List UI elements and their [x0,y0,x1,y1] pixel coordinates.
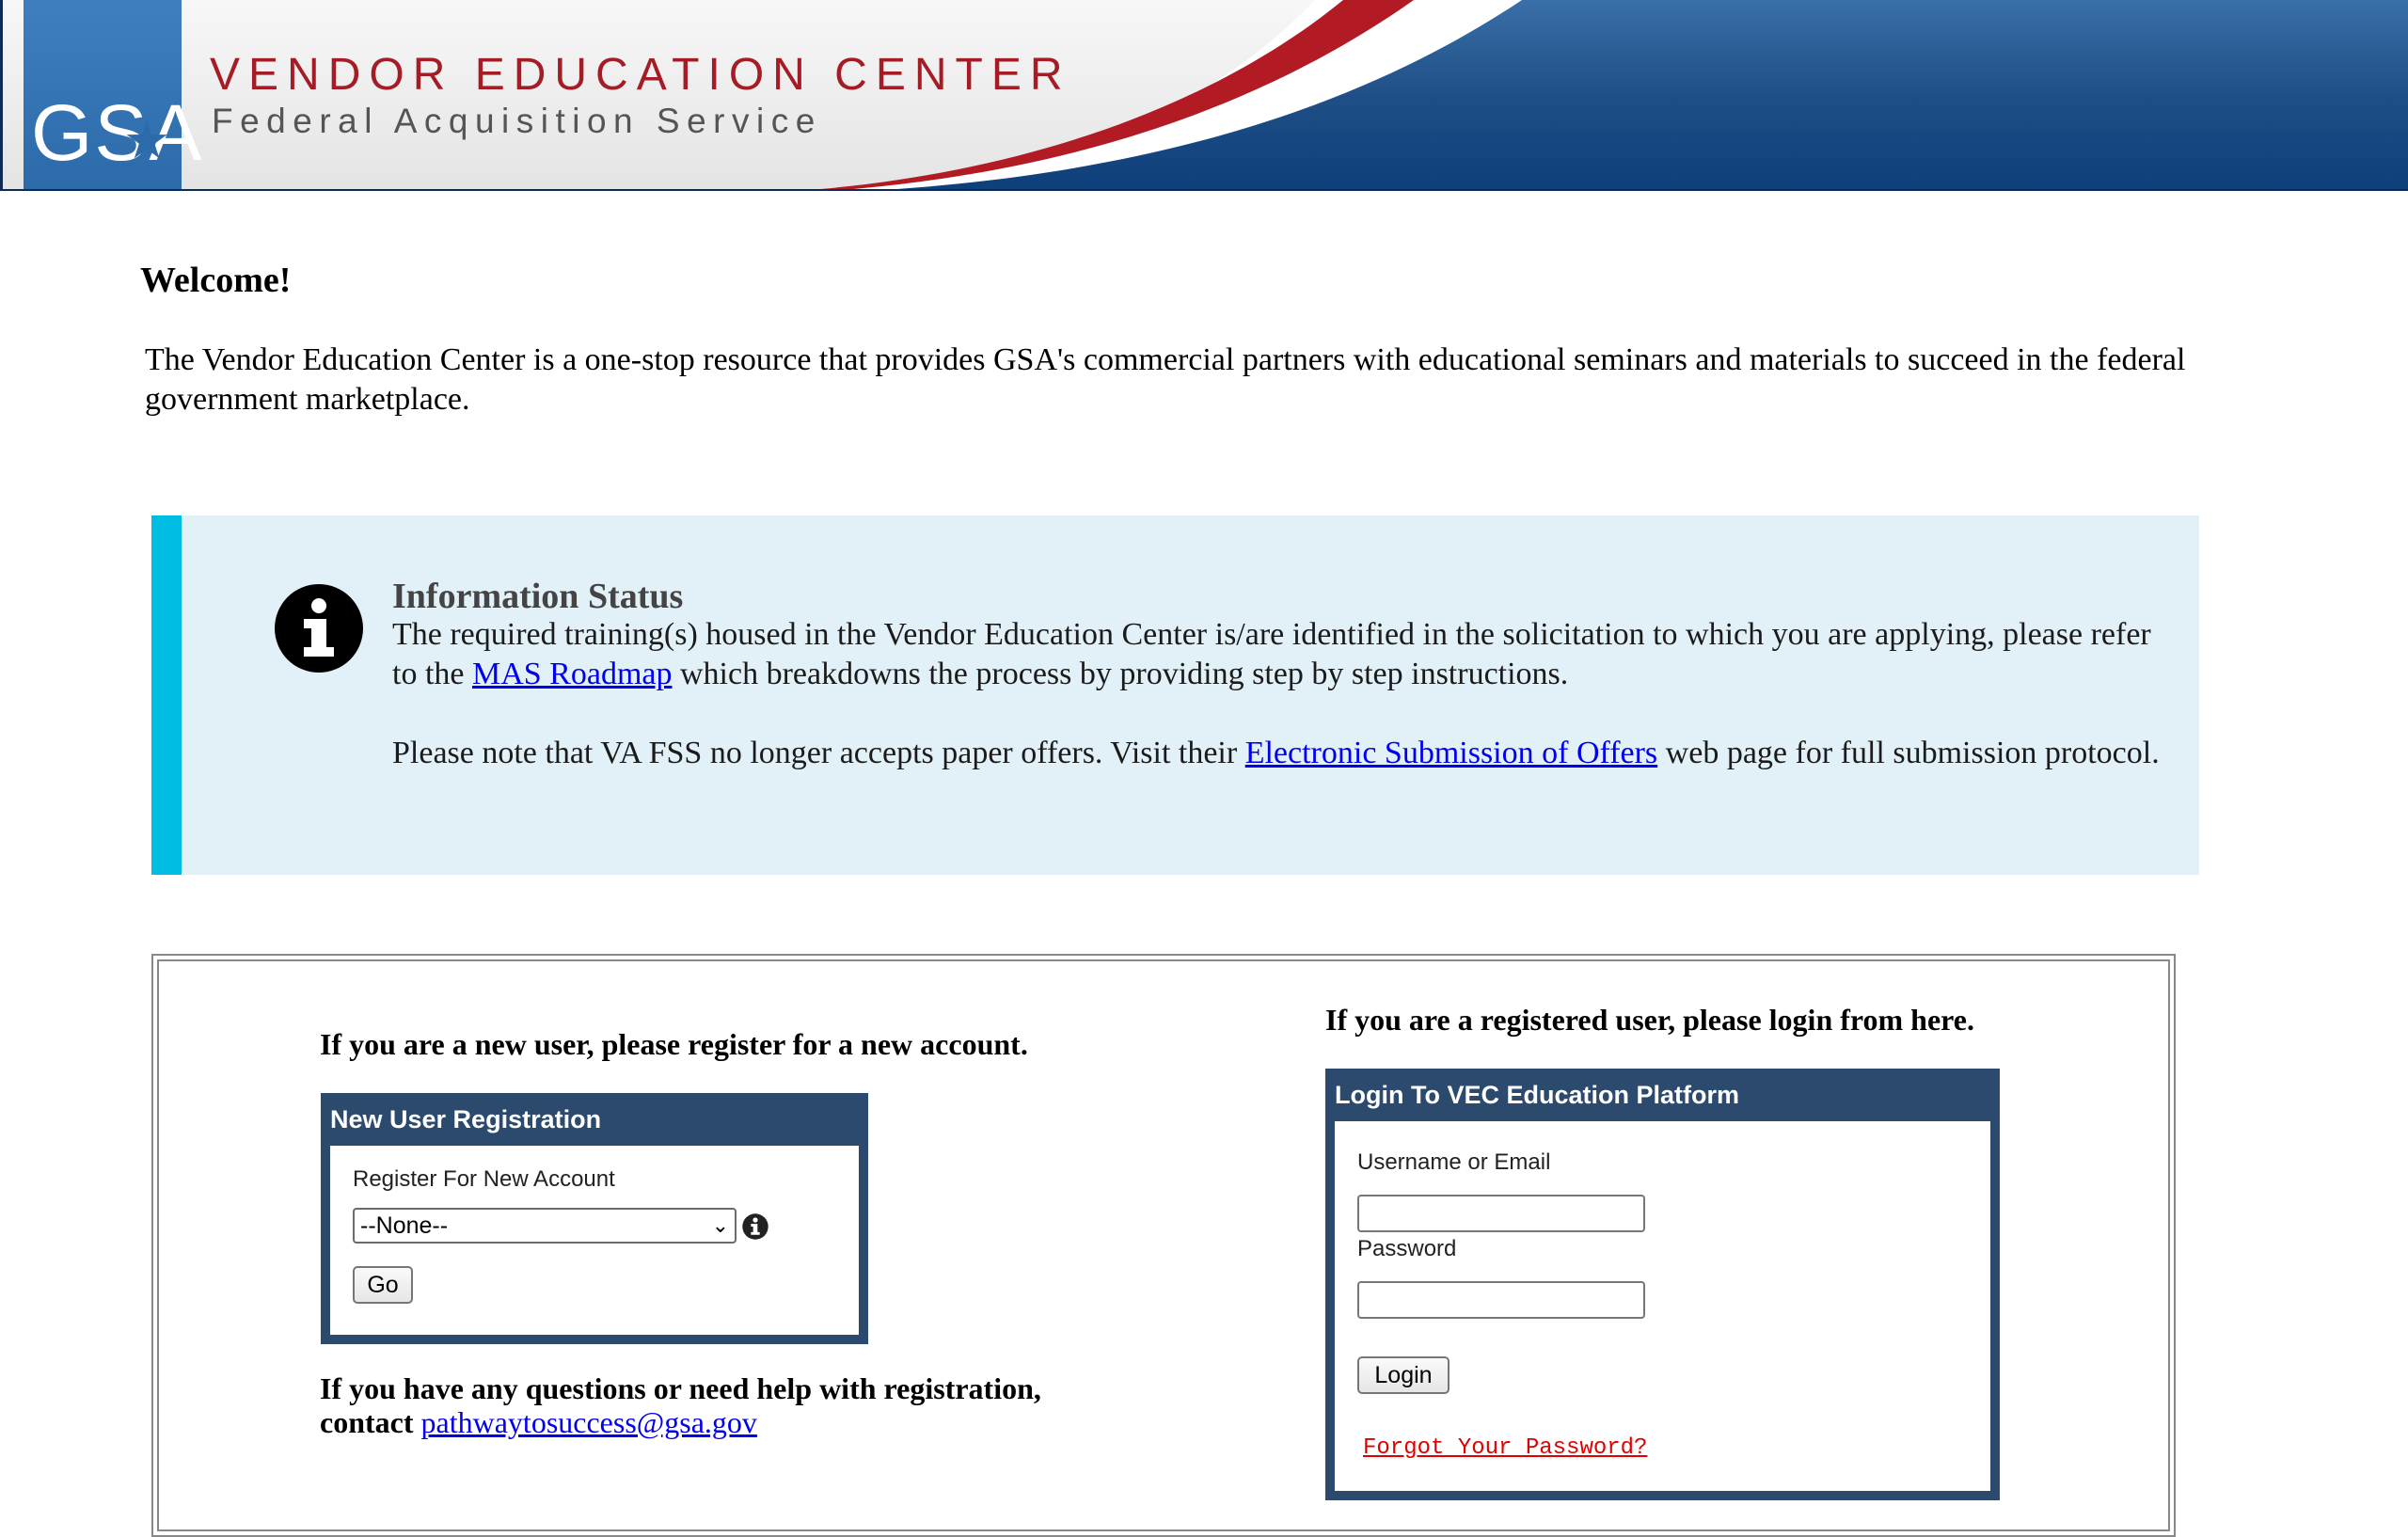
registration-panel-body: Register For New Account --None-- ⌄ Go [330,1146,859,1335]
info-text: web page for full submission protocol. [1657,736,2160,770]
info-paragraph-2: Please note that VA FSS no longer accept… [392,734,2161,773]
password-input[interactable] [1357,1281,1645,1319]
login-button[interactable]: Login [1357,1356,1450,1394]
welcome-heading: Welcome! [140,261,292,300]
login-panel-title: Login To VEC Education Platform [1335,1081,1739,1109]
username-label: Username or Email [1357,1149,1551,1175]
mas-roadmap-link[interactable]: MAS Roadmap [472,657,673,691]
new-user-registration-panel: New User Registration Register For New A… [321,1093,868,1344]
info-icon[interactable] [742,1213,768,1240]
registration-panel-title: New User Registration [330,1105,602,1133]
information-status-panel: Information Status The required training… [151,515,2199,875]
star-icon: ★ [123,110,171,171]
intro-paragraph: The Vendor Education Center is a one-sto… [145,342,2186,417]
chevron-down-icon: ⌄ [711,1213,729,1237]
info-paragraph-1: The required training(s) housed in the V… [392,615,2161,694]
support-email-link[interactable]: pathwaytosuccess@gsa.gov [421,1405,757,1439]
gsa-logo-text: GSA [31,88,204,177]
information-status-body: The required training(s) housed in the V… [392,615,2161,813]
password-label: Password [1357,1236,1457,1261]
forgot-password-link[interactable]: Forgot Your Password? [1363,1435,1647,1461]
info-text: Please note that VA FSS no longer accept… [392,736,1245,770]
electronic-submission-link[interactable]: Electronic Submission of Offers [1245,736,1657,770]
go-button[interactable]: Go [353,1266,413,1304]
new-user-heading: If you are a new user, please register f… [320,1027,1028,1061]
username-input[interactable] [1357,1195,1645,1232]
site-subtitle: Federal Acquisition Service [212,102,822,140]
register-account-label: Register For New Account [353,1166,615,1192]
site-title: VENDOR EDUCATION CENTER [210,50,1071,100]
info-circle-icon [275,584,363,673]
login-panel-body: Username or Email Password Login Forgot … [1335,1121,1990,1491]
account-type-selected-value: --None-- [360,1212,449,1239]
login-panel: Login To VEC Education Platform Username… [1325,1069,2000,1500]
information-status-title: Information Status [392,577,684,616]
registered-user-heading: If you are a registered user, please log… [1325,1003,1974,1037]
registration-help-text: If you have any questions or need help w… [320,1371,1091,1439]
account-type-select[interactable]: --None-- ⌄ [353,1208,737,1244]
site-header-banner: GSA ★ VENDOR EDUCATION CENTER Federal Ac… [0,0,2408,191]
info-text: which breakdowns the process by providin… [672,657,1569,691]
